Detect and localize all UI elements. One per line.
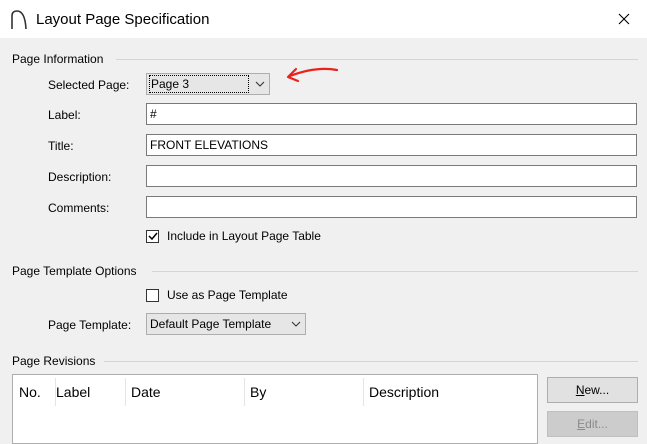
arch-icon xyxy=(11,10,27,30)
column-header-description[interactable]: Description xyxy=(363,375,439,409)
include-in-table-option[interactable]: Include in Layout Page Table xyxy=(146,229,321,243)
close-button[interactable] xyxy=(601,0,647,38)
column-header-by[interactable]: By xyxy=(244,375,266,409)
group-divider xyxy=(104,361,638,362)
page-template-value: Default Page Template xyxy=(150,317,272,331)
column-header-no[interactable]: No. xyxy=(13,375,41,409)
selected-page-dropdown[interactable]: Page 3 xyxy=(146,73,270,95)
label-field-label: Label: xyxy=(48,108,81,122)
red-arrow-annotation xyxy=(286,67,339,83)
column-header-date[interactable]: Date xyxy=(125,375,161,409)
title-field-label: Title: xyxy=(48,139,74,153)
template-options-heading: Page Template Options xyxy=(12,264,137,278)
selected-page-value: Page 3 xyxy=(149,75,249,93)
column-header-label[interactable]: Label xyxy=(50,375,90,409)
include-in-table-checkbox[interactable] xyxy=(146,229,159,243)
use-as-template-checkbox[interactable] xyxy=(146,288,159,302)
window-title: Layout Page Specification xyxy=(36,11,210,28)
comments-field-label: Comments: xyxy=(48,201,110,215)
description-field-label: Description: xyxy=(48,170,112,184)
title-input[interactable] xyxy=(146,134,637,156)
selected-page-label: Selected Page: xyxy=(48,78,130,92)
use-as-template-label: Use as Page Template xyxy=(167,288,288,302)
new-button-mnemonic: N xyxy=(575,383,585,397)
title-bar: Layout Page Specification xyxy=(0,0,647,38)
revisions-table-header: No. Label Date By Description xyxy=(13,375,537,409)
edit-revision-button[interactable]: Edit... xyxy=(547,411,638,437)
comments-input[interactable] xyxy=(146,196,637,218)
chevron-down-icon xyxy=(251,81,269,87)
close-icon xyxy=(618,13,630,25)
checkmark-icon xyxy=(147,232,158,241)
edit-button-mnemonic: E xyxy=(577,417,586,431)
edit-button-label: dit... xyxy=(585,417,608,431)
include-in-table-label: Include in Layout Page Table xyxy=(167,229,321,243)
page-revisions-heading: Page Revisions xyxy=(12,354,96,368)
group-divider xyxy=(152,271,638,272)
new-button-label: ew... xyxy=(584,383,610,397)
revisions-table[interactable]: No. Label Date By Description xyxy=(12,374,538,444)
new-revision-button[interactable]: New... xyxy=(547,377,638,403)
group-divider xyxy=(116,59,638,60)
page-template-label: Page Template: xyxy=(48,318,132,332)
use-as-template-option[interactable]: Use as Page Template xyxy=(146,288,288,302)
label-input[interactable] xyxy=(146,103,637,125)
page-information-heading: Page Information xyxy=(12,52,104,66)
page-template-dropdown[interactable]: Default Page Template xyxy=(146,313,306,335)
description-input[interactable] xyxy=(146,165,637,187)
chevron-down-icon xyxy=(287,321,305,327)
